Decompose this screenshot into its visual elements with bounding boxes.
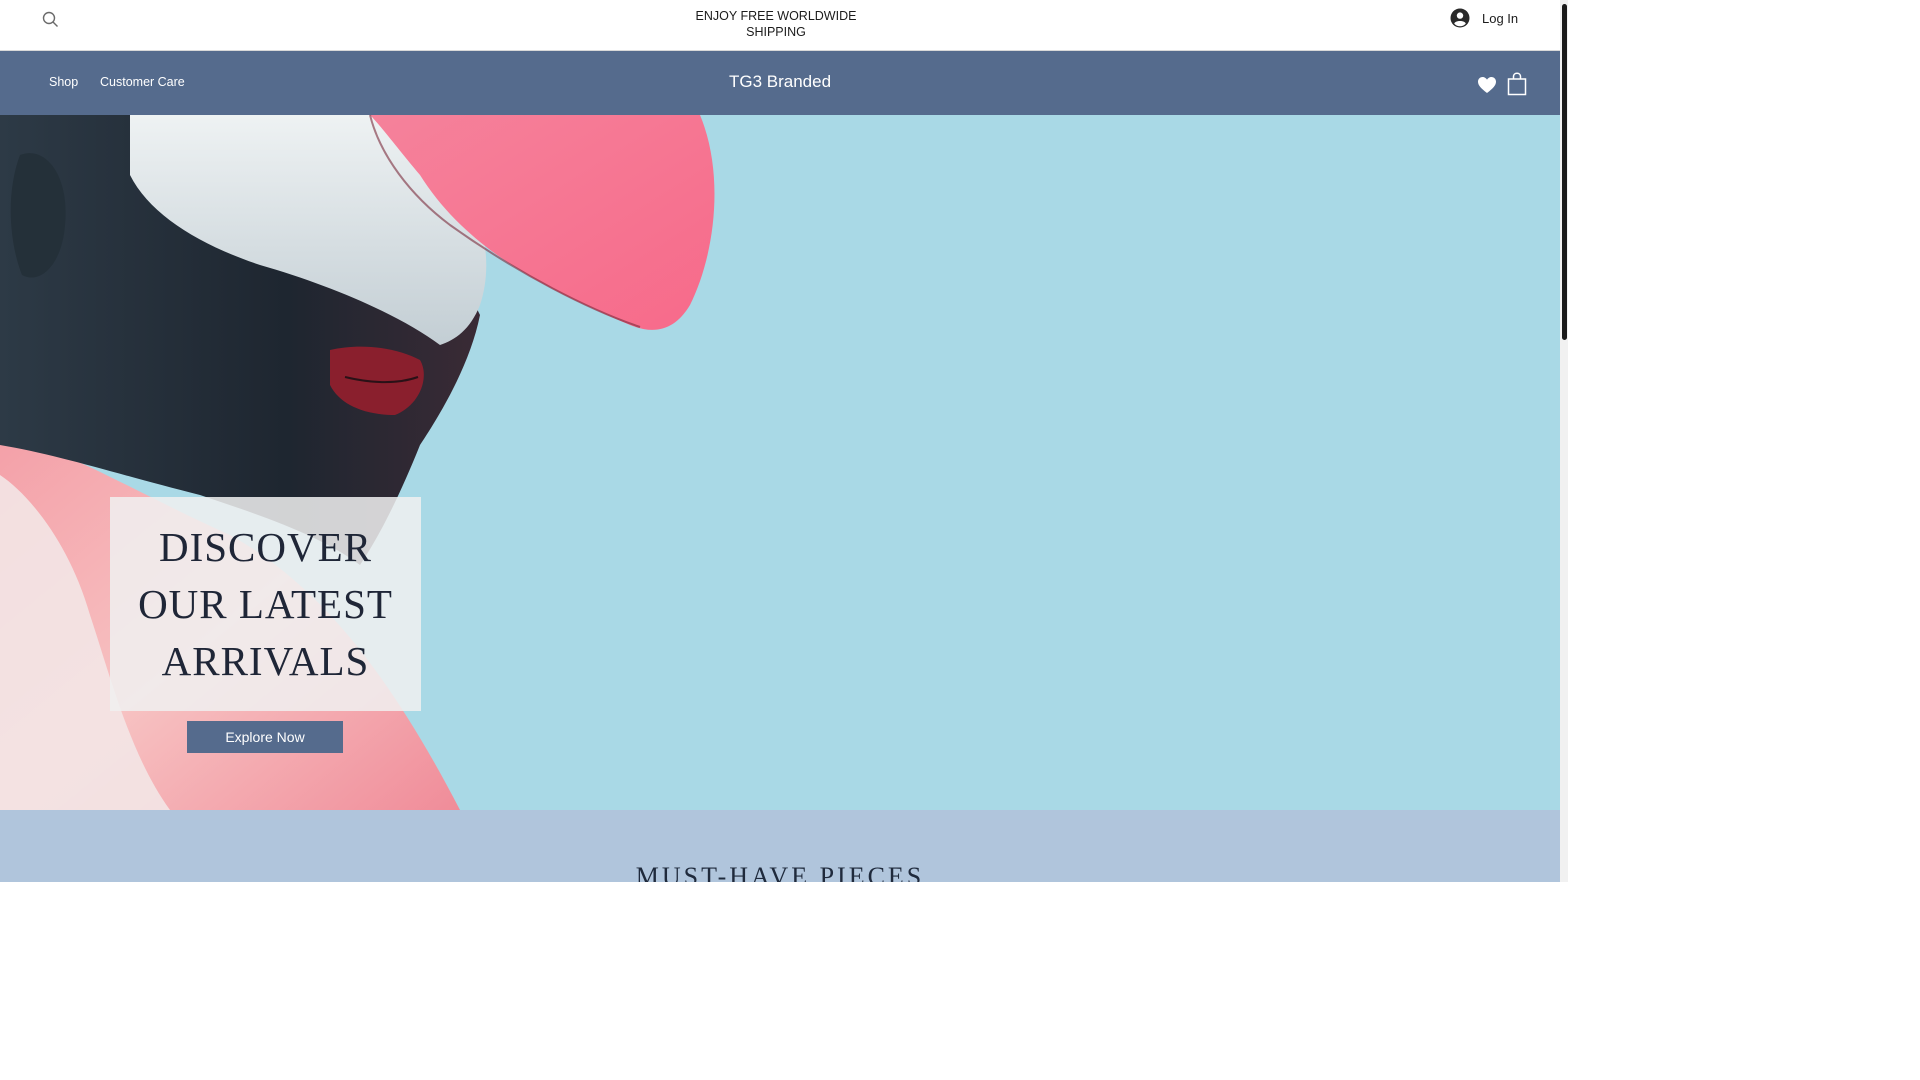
scrollbar-thumb[interactable] [1562,4,1567,340]
login-label: Log In [1482,10,1519,26]
search-button[interactable] [38,7,62,31]
explore-now-button[interactable]: Explore Now [187,721,343,753]
announcement-text: ENJOY FREE WORLDWIDE SHIPPING [695,9,857,39]
user-avatar-icon [1450,8,1470,28]
section-title: MUST-HAVE PIECES [635,862,925,882]
nav-item-shop[interactable]: Shop [49,75,78,89]
login-button[interactable]: Log In [1450,6,1518,30]
hero-text-card: DISCOVER OUR LATEST ARRIVALS [110,497,421,711]
page-scrollbar[interactable] [1560,0,1568,882]
main-header: Shop Customer Care TG3 Branded [0,51,1560,115]
heart-icon[interactable] [1477,76,1497,94]
must-have-section: MUST-HAVE PIECES [0,810,1560,882]
search-icon [42,11,58,27]
hero-title: DISCOVER OUR LATEST ARRIVALS [138,523,393,684]
nav-item-customer-care[interactable]: Customer Care [100,75,185,89]
shopping-bag-icon[interactable] [1507,72,1527,96]
hero-section: DISCOVER OUR LATEST ARRIVALS Explore Now [0,115,1560,810]
announcement-bar: ENJOY FREE WORLDWIDE SHIPPING Log In [0,0,1560,51]
site-brand[interactable]: TG3 Branded [680,72,880,92]
